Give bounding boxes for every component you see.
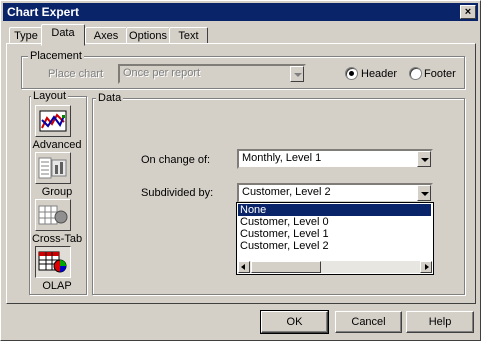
tab-text[interactable]: Text (169, 27, 208, 44)
tab-axes[interactable]: Axes (85, 27, 127, 44)
subdivided-by-dropdown-button[interactable] (417, 185, 431, 201)
tab-options[interactable]: Options (126, 27, 170, 44)
cross-tab-chart-icon (38, 205, 68, 225)
tab-data[interactable]: Data (41, 24, 85, 46)
subdivided-by-value: Customer, Level 2 (242, 186, 331, 198)
horizontal-scrollbar[interactable] (238, 261, 432, 273)
help-button-label: Help (428, 316, 452, 328)
group-layout-label: Group (41, 186, 73, 198)
place-chart-label: Place chart (48, 68, 104, 80)
scroll-thumb[interactable] (251, 261, 321, 273)
list-item[interactable]: None (238, 204, 431, 216)
cross-tab-layout-label: Cross-Tab (31, 233, 83, 245)
tab-text-label: Text (178, 30, 199, 42)
tab-type[interactable]: Type (9, 27, 43, 44)
ok-button-label: OK (286, 316, 303, 328)
group-chart-icon (38, 157, 67, 179)
radio-selected-dot (349, 71, 354, 76)
help-button[interactable]: Help (406, 311, 474, 333)
olap-chart-icon (38, 251, 67, 273)
footer-radio[interactable] (409, 67, 422, 80)
list-item[interactable]: Customer, Level 1 (238, 228, 431, 240)
tab-type-label: Type (14, 30, 38, 42)
layout-group-label: Layout (31, 90, 69, 102)
advanced-chart-icon (39, 110, 67, 132)
tab-options-label: Options (129, 30, 167, 42)
olap-layout-button[interactable] (35, 246, 71, 278)
on-change-of-value: Monthly, Level 1 (242, 152, 322, 164)
chevron-down-icon (421, 192, 429, 196)
place-chart-value: Once per report (123, 67, 201, 79)
tab-axes-label: Axes (93, 30, 119, 42)
cancel-button[interactable]: Cancel (335, 311, 402, 333)
close-icon: × (464, 6, 472, 18)
cross-tab-layout-button[interactable] (35, 199, 71, 231)
tab-data-label: Data (51, 27, 75, 39)
advanced-layout-label: Advanced (32, 139, 82, 151)
on-change-of-label: On change of: (141, 154, 211, 166)
list-item[interactable]: Customer, Level 2 (238, 240, 431, 252)
header-radio-label[interactable]: Header (361, 68, 397, 80)
on-change-of-dropdown-button[interactable] (417, 151, 431, 167)
close-button[interactable]: × (460, 5, 476, 19)
scroll-right-button[interactable] (420, 261, 432, 273)
chevron-left-icon (241, 264, 245, 270)
subdivided-by-options-list[interactable]: None Customer, Level 0 Customer, Level 1… (236, 202, 434, 275)
chevron-down-icon (294, 73, 302, 77)
on-change-of-dropdown[interactable]: Monthly, Level 1 (237, 149, 433, 169)
title-bar[interactable]: Chart Expert × (3, 3, 478, 21)
advanced-layout-button[interactable] (35, 105, 71, 137)
place-chart-dropdown-button[interactable] (290, 66, 304, 82)
list-item[interactable]: Customer, Level 0 (238, 216, 431, 228)
olap-layout-label: OLAP (42, 280, 72, 292)
footer-radio-label[interactable]: Footer (424, 68, 456, 80)
group-layout-button[interactable] (35, 152, 71, 184)
window-title: Chart Expert (7, 5, 80, 19)
chevron-right-icon (425, 264, 429, 270)
chevron-down-icon (421, 158, 429, 162)
data-group-label: Data (96, 92, 124, 104)
placement-group-label: Placement (28, 50, 84, 62)
subdivided-by-dropdown[interactable]: Customer, Level 2 (237, 183, 433, 203)
scroll-left-button[interactable] (238, 261, 250, 273)
chart-expert-dialog: Chart Expert × Type Data Axes Options Te… (0, 0, 481, 341)
subdivided-by-label: Subdivided by: (141, 187, 214, 199)
place-chart-dropdown[interactable]: Once per report (118, 64, 306, 84)
ok-button[interactable]: OK (260, 310, 329, 334)
header-radio[interactable] (345, 67, 358, 80)
cancel-button-label: Cancel (351, 316, 386, 328)
